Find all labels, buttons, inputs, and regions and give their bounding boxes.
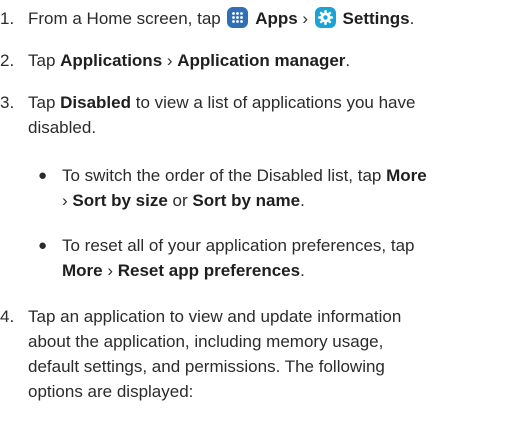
bullet-text: To switch the order of the Disabled list…: [62, 163, 520, 213]
separator: ›: [102, 261, 118, 280]
step-text: Tap Disabled to view a list of applicati…: [28, 90, 520, 140]
step-text-prefix: From a Home screen, tap: [28, 9, 226, 28]
step-text-line2: about the application, including memory …: [28, 332, 384, 351]
more-label: More: [62, 261, 103, 280]
step-text-line1: to view a list of applications you have: [131, 93, 416, 112]
reset-app-preferences-label: Reset app preferences: [117, 261, 301, 280]
bullet-dot: ●: [38, 237, 48, 254]
sort-by-size-label: Sort by size: [72, 191, 168, 210]
sort-by-name-label: Sort by name: [192, 191, 301, 210]
step-number: 3.: [0, 93, 15, 112]
step-number: 4.: [0, 307, 15, 326]
step-text-line2: disabled.: [28, 118, 97, 137]
step-text: Tap an application to view and update in…: [28, 304, 520, 404]
apps-grid-icon: [227, 7, 249, 28]
bullet-text-prefix: To reset all of your application prefere…: [62, 236, 415, 255]
bullet-text-mid: or: [167, 191, 193, 210]
step-text-line3: default settings, and permissions. The f…: [28, 357, 385, 376]
period: .: [300, 191, 305, 210]
step-text-prefix: Tap: [28, 51, 61, 70]
step-number: 2.: [0, 51, 15, 70]
settings-label: Settings: [342, 9, 410, 28]
bullet-text-prefix: To switch the order of the Disabled list…: [62, 166, 387, 185]
separator: ›: [162, 51, 178, 70]
more-label: More: [386, 166, 427, 185]
period: .: [300, 261, 305, 280]
step-text: Tap Applications › Application manager.: [28, 48, 520, 73]
step-text: From a Home screen, tap Apps › Settings.: [28, 6, 520, 31]
step-text-line4: options are displayed:: [28, 382, 194, 401]
period: .: [345, 51, 351, 70]
apps-label: Apps: [255, 9, 298, 28]
step-text-prefix: Tap: [28, 93, 61, 112]
step-text-line1: Tap an application to view and update in…: [28, 307, 402, 326]
separator: ›: [62, 191, 73, 210]
bullet-dot: ●: [38, 167, 48, 184]
application-manager-label: Application manager: [177, 51, 346, 70]
settings-gear-icon: [314, 7, 336, 28]
bullet-text: To reset all of your application prefere…: [62, 233, 520, 283]
period: .: [409, 9, 415, 28]
applications-label: Applications: [60, 51, 163, 70]
disabled-label: Disabled: [60, 93, 131, 112]
instruction-page: 1. From a Home screen, tap Apps › Settin…: [0, 0, 526, 424]
step-number: 1.: [0, 9, 15, 28]
separator: ›: [297, 9, 313, 28]
